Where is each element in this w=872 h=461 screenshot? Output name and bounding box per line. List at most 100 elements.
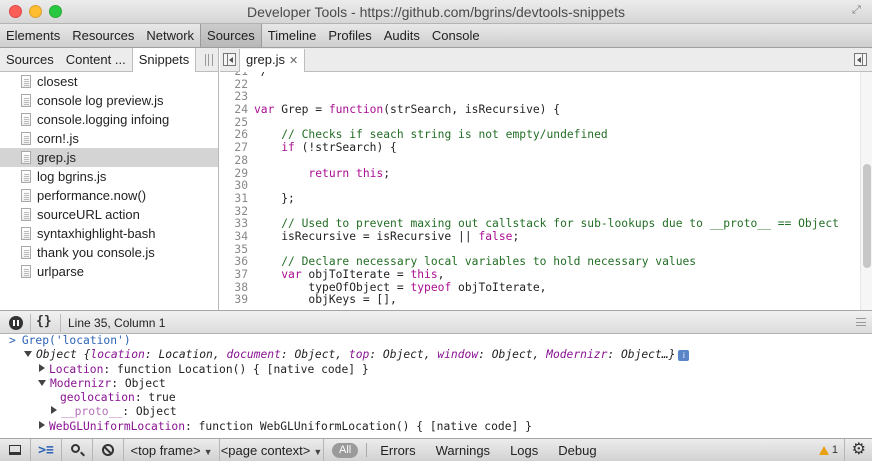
editor-scrollbar-thumb[interactable] bbox=[863, 164, 871, 268]
snippet-item[interactable]: console.logging infoing bbox=[0, 110, 218, 129]
toggle-debugger-sidebar-icon[interactable] bbox=[854, 53, 867, 66]
code-keyword: var bbox=[281, 268, 302, 281]
filter-all[interactable]: All bbox=[332, 442, 359, 458]
file-icon bbox=[21, 189, 31, 202]
file-icon bbox=[21, 170, 31, 183]
console-prompt-icon: > bbox=[9, 334, 16, 347]
navigator-tab-content-scripts[interactable]: Content ... bbox=[60, 48, 132, 71]
disclosure-closed-icon[interactable] bbox=[39, 420, 45, 429]
chevron-down-icon: ▼ bbox=[203, 446, 213, 457]
dock-icon bbox=[9, 445, 21, 455]
line-number: 30 bbox=[234, 179, 248, 193]
snippet-item[interactable]: urlparse bbox=[0, 262, 218, 281]
filter-errors[interactable]: Errors bbox=[370, 443, 425, 458]
code-keyword: false bbox=[478, 229, 513, 243]
console-scrollbar[interactable] bbox=[860, 334, 872, 438]
code-text: ; bbox=[383, 166, 391, 180]
code-text: objToIterate = bbox=[301, 268, 411, 281]
code-text: Grep = bbox=[274, 103, 329, 117]
property-value: : Object bbox=[122, 405, 177, 419]
editor-scrollbar[interactable] bbox=[860, 72, 872, 310]
console-tree-row[interactable]: __proto__: Object bbox=[0, 405, 872, 419]
context-selector[interactable]: <page context> ▼ bbox=[220, 439, 324, 461]
console-tree-row[interactable]: geolocation: true bbox=[0, 391, 872, 405]
code-keyword: function bbox=[328, 103, 384, 117]
tab-timeline[interactable]: Timeline bbox=[262, 24, 323, 47]
code-keyword: this bbox=[410, 268, 438, 281]
navigator-tab-sources[interactable]: Sources bbox=[0, 48, 60, 71]
pretty-print-button[interactable]: {} bbox=[36, 314, 52, 329]
warnings-count: 1 bbox=[831, 444, 838, 456]
warnings-counter[interactable]: 1 bbox=[818, 444, 838, 456]
console-tree-row[interactable]: Object {location: Location, document: Ob… bbox=[0, 348, 872, 362]
code-line: */ bbox=[254, 72, 839, 79]
property-value: : function WebGLUniformLocation() { [nat… bbox=[185, 419, 532, 433]
context-selector-value: <page context> bbox=[220, 442, 311, 458]
pause-on-exceptions-icon[interactable] bbox=[9, 316, 23, 330]
editor-file-tab[interactable]: grep.js ✕ bbox=[239, 49, 306, 72]
console-tree-row[interactable]: WebGLUniformLocation: function WebGLUnif… bbox=[0, 420, 872, 434]
code-text: (!strSearch) { bbox=[294, 141, 397, 155]
filter-warnings[interactable]: Warnings bbox=[426, 443, 500, 458]
line-number: 31 bbox=[234, 191, 248, 205]
tab-resources[interactable]: Resources bbox=[66, 24, 140, 47]
dock-button[interactable] bbox=[0, 439, 31, 461]
frame-selector[interactable]: <top frame> ▼ bbox=[124, 439, 220, 461]
filter-debug[interactable]: Debug bbox=[548, 443, 606, 458]
disclosure-closed-icon[interactable] bbox=[51, 406, 57, 415]
property-name: Location bbox=[49, 362, 104, 376]
disclosure-closed-icon[interactable] bbox=[39, 363, 45, 372]
navigator-tab-snippets[interactable]: Snippets bbox=[131, 48, 197, 72]
disclosure-open-icon[interactable] bbox=[38, 379, 46, 386]
snippet-item[interactable]: console log preview.js bbox=[0, 91, 218, 110]
snippet-item[interactable]: performance.now() bbox=[0, 186, 218, 205]
show-console-button[interactable]: >≡ bbox=[31, 439, 62, 461]
console-drawer[interactable]: > Grep('location') Object {location: Loca… bbox=[0, 334, 872, 438]
tab-profiles[interactable]: Profiles bbox=[322, 24, 377, 47]
code-lines: */ var Grep = function(strSearch, isRecur… bbox=[254, 72, 839, 307]
divider bbox=[60, 314, 61, 332]
snippet-item[interactable]: log bgrins.js bbox=[0, 167, 218, 186]
property-value: Object { bbox=[36, 348, 91, 362]
navigator-resize-handle[interactable] bbox=[205, 54, 213, 66]
file-icon bbox=[21, 246, 31, 259]
snippet-item[interactable]: corn!.js bbox=[0, 129, 218, 148]
tab-console[interactable]: Console bbox=[426, 24, 486, 47]
file-icon bbox=[21, 113, 31, 126]
gear-icon[interactable]: ⚙ bbox=[852, 442, 866, 458]
line-number: 37 bbox=[234, 268, 248, 281]
filter-logs[interactable]: Logs bbox=[500, 443, 548, 458]
drawer-resize-handle[interactable] bbox=[856, 318, 866, 326]
close-tab-icon[interactable]: ✕ bbox=[289, 55, 298, 67]
search-button[interactable] bbox=[62, 439, 93, 461]
code-area[interactable]: 21 22 23 24 25 26 27 28 29 30 31 32 33 3… bbox=[220, 72, 860, 310]
fullscreen-icon[interactable]: ⤢ bbox=[852, 4, 866, 18]
code-line: isRecursive = isRecursive || false; bbox=[254, 229, 839, 244]
clear-console-button[interactable] bbox=[93, 439, 124, 461]
code-comment: // Declare necessary local variables to … bbox=[281, 255, 697, 269]
toggle-navigator-icon[interactable] bbox=[223, 53, 236, 66]
clear-icon bbox=[102, 444, 114, 456]
console-tree-row[interactable]: Modernizr: Object bbox=[0, 377, 872, 391]
search-icon bbox=[71, 444, 80, 453]
snippet-item[interactable]: sourceURL action bbox=[0, 205, 218, 224]
tab-audits[interactable]: Audits bbox=[378, 24, 426, 47]
snippet-item-selected[interactable]: grep.js bbox=[0, 148, 218, 167]
tab-sources[interactable]: Sources bbox=[200, 24, 262, 47]
warning-icon bbox=[818, 445, 829, 455]
property-value: : true bbox=[134, 391, 176, 405]
tab-network[interactable]: Network bbox=[140, 24, 200, 47]
property-value: : Location, bbox=[144, 348, 227, 362]
snippet-item[interactable]: syntaxhighlight-bash bbox=[0, 224, 218, 243]
disclosure-open-icon[interactable] bbox=[24, 351, 32, 358]
panel-tabs: Elements Resources Network Sources Timel… bbox=[0, 24, 872, 48]
console-tree-row[interactable]: Location: function Location() { [native … bbox=[0, 363, 872, 377]
info-icon[interactable]: i bbox=[678, 350, 690, 362]
snippet-item[interactable]: closest bbox=[0, 72, 218, 91]
tab-elements[interactable]: Elements bbox=[0, 24, 66, 47]
divider bbox=[366, 443, 368, 457]
property-name: Modernizr bbox=[546, 348, 608, 362]
snippet-item[interactable]: thank you console.js bbox=[0, 243, 218, 262]
